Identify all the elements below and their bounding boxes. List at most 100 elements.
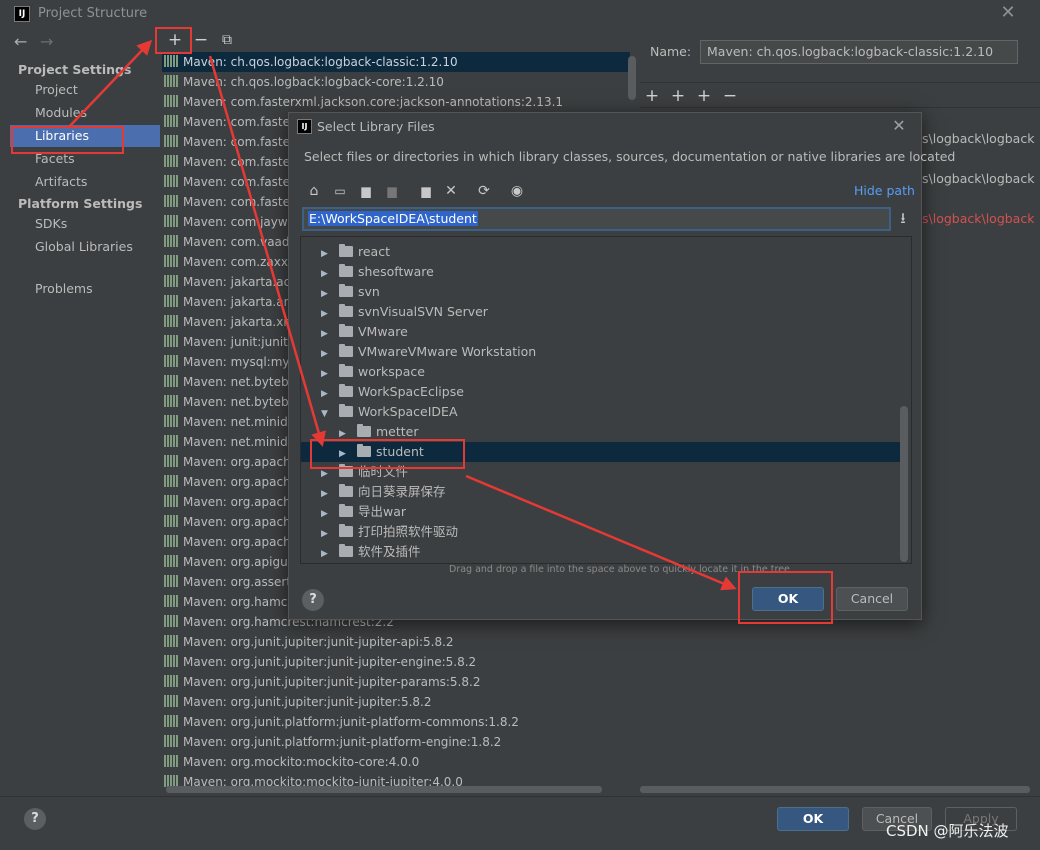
tree-node[interactable]: ▶ react: [301, 242, 901, 262]
expand-arrow-icon[interactable]: ▶: [321, 364, 331, 384]
help-button[interactable]: ?: [24, 808, 46, 830]
refresh-icon[interactable]: ⟳: [474, 181, 494, 201]
remove-library-button[interactable]: −: [191, 30, 211, 50]
dialog-help-button[interactable]: ?: [302, 589, 324, 611]
folder-icon: [339, 264, 353, 277]
tree-node[interactable]: ▶ VMware: [301, 322, 901, 342]
library-name: Maven: org.junit.platform:junit-platform…: [183, 715, 519, 729]
expand-arrow-icon[interactable]: ▶: [321, 284, 331, 304]
divider: [640, 82, 1040, 83]
expand-arrow-icon[interactable]: ▶: [321, 264, 331, 284]
library-icon: [164, 335, 178, 347]
sidebar-item-project[interactable]: Project: [10, 79, 160, 101]
tree-node[interactable]: ▶ workspace: [301, 362, 901, 382]
tree-node-label: react: [358, 244, 390, 259]
sidebar-item-problems[interactable]: Problems: [10, 278, 160, 300]
sidebar-item-global-libraries[interactable]: Global Libraries: [10, 236, 160, 258]
folder-icon: [339, 384, 353, 397]
close-icon[interactable]: ✕: [998, 2, 1018, 24]
path-input[interactable]: E:\WorkSpaceIDEA\student: [302, 207, 891, 231]
folder-icon: [339, 304, 353, 317]
library-row[interactable]: Maven: org.mockito:mockito-core:4.0.0: [162, 752, 630, 772]
library-icon: [164, 95, 178, 107]
desktop-icon[interactable]: ▭: [330, 181, 350, 201]
tree-node[interactable]: ▶ svnVisualSVN Server: [301, 302, 901, 322]
tree-node[interactable]: ▶ VMwareVMware Workstation: [301, 342, 901, 362]
library-icon: [164, 555, 178, 567]
tree-node[interactable]: ▶ 向日葵录屏保存: [301, 482, 901, 502]
forward-arrow-icon[interactable]: →: [40, 32, 53, 51]
tree-node-label: WorkSpaceIDEA: [358, 404, 458, 419]
delete-icon[interactable]: ✕: [441, 181, 461, 201]
library-icon: [164, 395, 178, 407]
tree-node[interactable]: ▼ WorkSpaceIDEA: [301, 402, 901, 422]
module-folder-icon[interactable]: ▆: [382, 181, 402, 201]
expand-arrow-icon[interactable]: ▶: [321, 344, 331, 364]
remove-root-button[interactable]: −: [720, 86, 740, 106]
library-icon: [164, 355, 178, 367]
add-jar-button[interactable]: +: [694, 86, 714, 106]
add-root-alt-button[interactable]: +: [668, 86, 688, 106]
library-name: Maven: org.junit.jupiter:junit-jupiter:5…: [183, 695, 432, 709]
library-row[interactable]: Maven: ch.qos.logback:logback-core:1.2.1…: [162, 72, 630, 92]
tree-node-label: VMware: [358, 324, 408, 339]
library-name-field[interactable]: Maven: ch.qos.logback:logback-classic:1.…: [700, 40, 1018, 64]
expand-arrow-icon[interactable]: ▶: [321, 544, 331, 563]
library-row[interactable]: Maven: org.junit.jupiter:junit-jupiter-a…: [162, 632, 630, 652]
library-list-horizontal-scrollbar[interactable]: [166, 786, 602, 793]
tree-node[interactable]: ▶ 导出war: [301, 502, 901, 522]
tree-node[interactable]: ▶ 打印拍照软件驱动: [301, 522, 901, 542]
library-row[interactable]: Maven: org.junit.platform:junit-platform…: [162, 712, 630, 732]
tree-node[interactable]: ▶ 软件及插件: [301, 542, 901, 562]
tree-node[interactable]: ▶ svn: [301, 282, 901, 302]
add-root-button[interactable]: +: [642, 86, 662, 106]
library-name: Maven: org.apach: [183, 535, 291, 549]
annotation-box-ok: [738, 571, 833, 624]
hide-path-link[interactable]: Hide path: [854, 183, 915, 198]
library-icon: [164, 235, 178, 247]
expand-arrow-icon[interactable]: ▶: [321, 244, 331, 264]
library-name: Maven: net.minide: [183, 415, 296, 429]
copy-library-button[interactable]: ⧉: [217, 30, 237, 50]
new-folder-icon[interactable]: ▆: [416, 181, 436, 201]
expand-arrow-icon[interactable]: ▶: [321, 524, 331, 544]
expand-arrow-icon[interactable]: ▶: [321, 484, 331, 504]
sidebar-item-modules[interactable]: Modules: [10, 102, 160, 124]
collapse-arrow-icon[interactable]: ▼: [321, 404, 331, 424]
show-hidden-icon[interactable]: ◉: [507, 181, 527, 201]
library-list-scrollbar[interactable]: [628, 56, 636, 100]
library-name: Maven: org.apach: [183, 515, 291, 529]
library-icon: [164, 275, 178, 287]
library-name: Maven: org.hamcr: [183, 595, 293, 609]
library-name: Maven: net.bytebu: [183, 375, 297, 389]
expand-arrow-icon[interactable]: ▶: [321, 304, 331, 324]
project-folder-icon[interactable]: ▆: [356, 181, 376, 201]
ok-button[interactable]: OK: [777, 807, 849, 831]
tree-node[interactable]: ▶ WorkSpacEclipse: [301, 382, 901, 402]
library-row[interactable]: Maven: com.fasterxml.jackson.core:jackso…: [162, 92, 630, 112]
tree-node[interactable]: ▶ shesoftware: [301, 262, 901, 282]
home-icon[interactable]: ⌂: [304, 181, 324, 201]
library-row[interactable]: Maven: org.junit.jupiter:junit-jupiter:5…: [162, 692, 630, 712]
sidebar-item-artifacts[interactable]: Artifacts: [10, 171, 160, 193]
sidebar-item-sdks[interactable]: SDKs: [10, 213, 160, 235]
library-icon: [164, 715, 178, 727]
dialog-cancel-button[interactable]: Cancel: [836, 587, 908, 611]
library-name: Maven: junit:junit:: [183, 335, 292, 349]
library-row[interactable]: Maven: org.junit.jupiter:junit-jupiter-p…: [162, 672, 630, 692]
library-name: Maven: jakarta.an: [183, 295, 292, 309]
library-row[interactable]: Maven: ch.qos.logback:logback-classic:1.…: [162, 52, 630, 72]
folder-icon: [357, 424, 371, 437]
file-tree: ▶ react ▶ shesoftware ▶ svn ▶ svnVisualSVN Serv…: [300, 236, 912, 564]
file-tree-scrollbar[interactable]: [900, 406, 908, 562]
expand-arrow-icon[interactable]: ▶: [321, 504, 331, 524]
download-icon[interactable]: ⭳: [894, 208, 912, 230]
folder-icon: [339, 324, 353, 337]
expand-arrow-icon[interactable]: ▶: [321, 384, 331, 404]
dialog-close-icon[interactable]: ✕: [890, 116, 908, 136]
details-horizontal-scrollbar[interactable]: [640, 786, 1030, 793]
library-row[interactable]: Maven: org.junit.platform:junit-platform…: [162, 732, 630, 752]
expand-arrow-icon[interactable]: ▶: [321, 324, 331, 344]
back-arrow-icon[interactable]: ←: [14, 32, 27, 51]
library-row[interactable]: Maven: org.junit.jupiter:junit-jupiter-e…: [162, 652, 630, 672]
